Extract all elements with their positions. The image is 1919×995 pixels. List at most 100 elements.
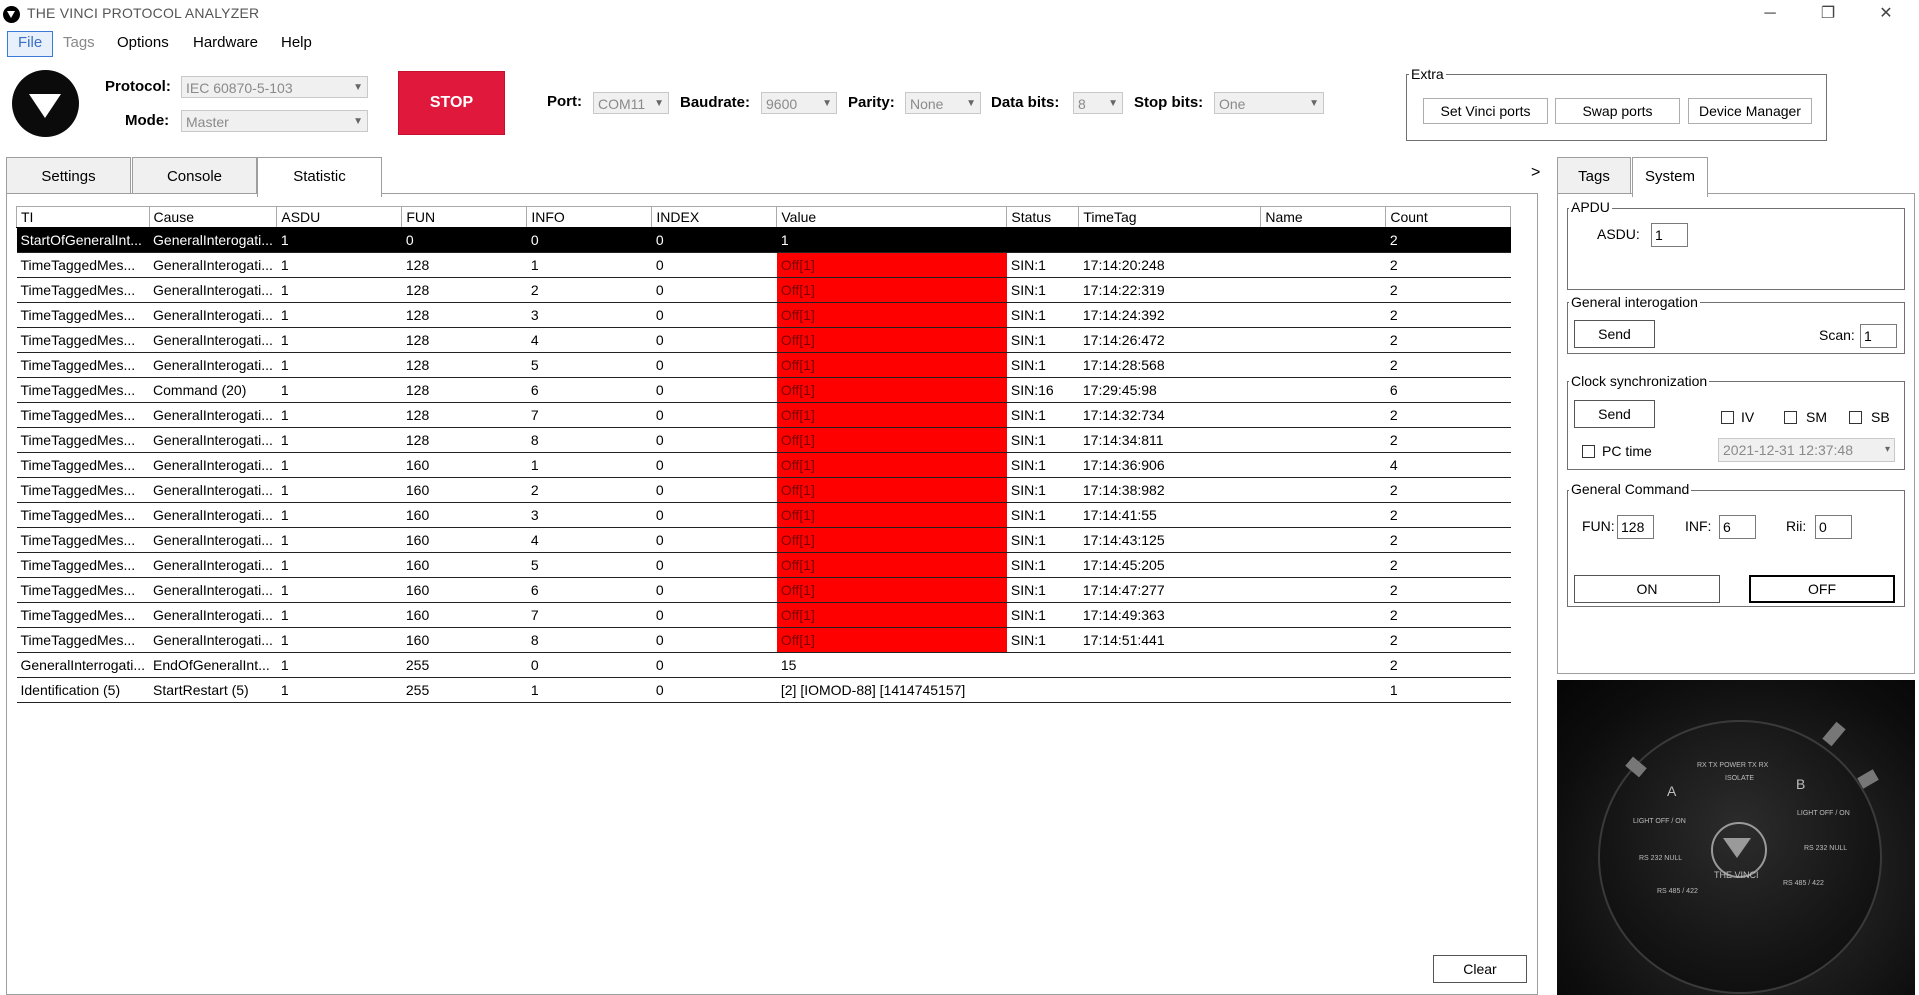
minimize-icon[interactable]: ─: [1741, 0, 1799, 28]
cell-cause: GeneralInterogati...: [149, 627, 277, 653]
close-icon[interactable]: ✕: [1857, 0, 1915, 28]
cell-ti: TimeTaggedMes...: [16, 552, 150, 578]
off-button[interactable]: OFF: [1749, 575, 1895, 603]
port-select[interactable]: COM11 ▼: [593, 92, 669, 114]
cell-fun: 160: [401, 577, 527, 603]
menu-options[interactable]: Options: [107, 31, 179, 55]
set-vinci-ports-button[interactable]: Set Vinci ports: [1423, 98, 1548, 124]
scan-input[interactable]: 1: [1860, 324, 1897, 348]
baudrate-select[interactable]: 9600 ▼: [761, 92, 837, 114]
col-asdu[interactable]: ASDU: [276, 206, 403, 228]
cell-fun: 160: [401, 477, 527, 503]
table-row[interactable]: TimeTaggedMes... GeneralInterogati... 1 160…: [16, 527, 1511, 553]
cell-ti: TimeTaggedMes...: [16, 527, 150, 553]
datetime-picker[interactable]: 2021-12-31 12:37:48 ▾: [1718, 438, 1895, 462]
tab-system[interactable]: System: [1632, 157, 1708, 197]
databits-select[interactable]: 8 ▼: [1073, 92, 1123, 114]
cell-index: 0: [651, 377, 777, 403]
protocol-value: IEC 60870-5-103: [186, 80, 293, 96]
device-manager-button[interactable]: Device Manager: [1688, 98, 1812, 124]
restore-icon[interactable]: ❐: [1799, 0, 1857, 28]
menu-tags[interactable]: Tags: [53, 31, 105, 55]
cell-name: [1260, 402, 1386, 428]
table-row[interactable]: TimeTaggedMes... Command (20) 1 128 6 0 Off[1]…: [16, 377, 1511, 403]
inf-input[interactable]: 6: [1719, 515, 1756, 539]
col-count[interactable]: Count: [1385, 206, 1512, 228]
chevron-down-icon: ▼: [1309, 98, 1319, 109]
col-cause[interactable]: Cause: [148, 206, 278, 228]
stopbits-select[interactable]: One ▼: [1214, 92, 1324, 114]
cell-count: 2: [1385, 352, 1511, 378]
rii-input[interactable]: 0: [1815, 515, 1852, 539]
device-leds-label: RX TX POWER TX RX: [1697, 762, 1769, 769]
table-row[interactable]: StartOfGeneralInt... GeneralInterogati...…: [16, 227, 1511, 253]
swap-ports-button[interactable]: Swap ports: [1555, 98, 1680, 124]
iv-checkbox[interactable]: [1721, 411, 1734, 424]
table-row[interactable]: GeneralInterrogati... EndOfGeneralInt... 1…: [16, 652, 1511, 678]
clear-button[interactable]: Clear: [1433, 955, 1527, 983]
tab-settings[interactable]: Settings: [6, 157, 131, 195]
collapse-arrow-icon[interactable]: >: [1531, 164, 1540, 182]
table-row[interactable]: TimeTaggedMes... GeneralInterogati... 1 128…: [16, 427, 1511, 453]
on-button[interactable]: ON: [1574, 575, 1720, 603]
apdu-legend: APDU: [1569, 199, 1612, 215]
cell-value: [2] [IOMOD-88] [1414745157]: [776, 677, 1007, 703]
col-timetag[interactable]: TimeTag: [1078, 206, 1262, 228]
col-index[interactable]: INDEX: [651, 206, 778, 228]
table-row[interactable]: TimeTaggedMes... GeneralInterogati... 1 128…: [16, 302, 1511, 328]
clock-send-button[interactable]: Send: [1574, 400, 1655, 428]
col-fun[interactable]: FUN: [401, 206, 528, 228]
cell-fun: 255: [401, 652, 527, 678]
table-row[interactable]: TimeTaggedMes... GeneralInterogati... 1 160…: [16, 452, 1511, 478]
mode-select[interactable]: Master ▼: [181, 110, 368, 132]
cell-name: [1260, 652, 1386, 678]
table-row[interactable]: TimeTaggedMes... GeneralInterogati... 1 160…: [16, 627, 1511, 653]
col-status[interactable]: Status: [1006, 206, 1080, 228]
fun-input[interactable]: 128: [1617, 515, 1654, 539]
app-logo-icon: [3, 6, 20, 23]
cell-asdu: 1: [276, 402, 402, 428]
table-row[interactable]: TimeTaggedMes... GeneralInterogati... 1 160…: [16, 502, 1511, 528]
cell-index: 0: [651, 402, 777, 428]
col-value[interactable]: Value: [776, 206, 1008, 228]
asdu-input[interactable]: 1: [1651, 223, 1688, 247]
cell-ti: TimeTaggedMes...: [16, 477, 150, 503]
sb-checkbox[interactable]: [1849, 411, 1862, 424]
table-row[interactable]: TimeTaggedMes... GeneralInterogati... 1 128…: [16, 277, 1511, 303]
table-row[interactable]: Identification (5) StartRestart (5) 1 255 1 0…: [16, 677, 1511, 703]
cell-name: [1260, 602, 1386, 628]
pc-time-checkbox[interactable]: [1582, 445, 1595, 458]
table-row[interactable]: TimeTaggedMes... GeneralInterogati... 1 160…: [16, 577, 1511, 603]
col-info[interactable]: INFO: [526, 206, 653, 228]
table-row[interactable]: TimeTaggedMes... GeneralInterogati... 1 128…: [16, 402, 1511, 428]
tab-console[interactable]: Console: [132, 157, 257, 195]
device-rs485-b: RS 485 / 422: [1783, 880, 1824, 887]
cell-index: 0: [651, 552, 777, 578]
cell-ti: TimeTaggedMes...: [16, 602, 150, 628]
table-row[interactable]: TimeTaggedMes... GeneralInterogati... 1 128…: [16, 252, 1511, 278]
col-ti[interactable]: TI: [16, 206, 150, 228]
stop-button[interactable]: STOP: [398, 71, 505, 135]
table-row[interactable]: TimeTaggedMes... GeneralInterogati... 1 128…: [16, 327, 1511, 353]
cell-timetag: 17:14:20:248: [1078, 252, 1261, 278]
menu-help[interactable]: Help: [271, 31, 322, 55]
cell-status: SIN:1: [1006, 577, 1079, 603]
menu-file[interactable]: File: [7, 31, 54, 57]
tab-tags[interactable]: Tags: [1557, 157, 1631, 195]
tab-statistic[interactable]: Statistic: [257, 157, 382, 197]
table-row[interactable]: TimeTaggedMes... GeneralInterogati... 1 128…: [16, 352, 1511, 378]
protocol-select[interactable]: IEC 60870-5-103 ▼: [181, 76, 368, 98]
cell-asdu: 1: [276, 677, 402, 703]
cell-status: SIN:1: [1006, 352, 1079, 378]
sm-checkbox[interactable]: [1784, 411, 1797, 424]
table-row[interactable]: TimeTaggedMes... GeneralInterogati... 1 160…: [16, 552, 1511, 578]
cell-index: 0: [651, 577, 777, 603]
parity-select[interactable]: None ▼: [905, 92, 981, 114]
gi-send-button[interactable]: Send: [1574, 320, 1655, 348]
table-row[interactable]: TimeTaggedMes... GeneralInterogati... 1 160…: [16, 602, 1511, 628]
table-row[interactable]: TimeTaggedMes... GeneralInterogati... 1 160…: [16, 477, 1511, 503]
cell-status: [1006, 227, 1079, 253]
col-name[interactable]: Name: [1260, 206, 1387, 228]
cell-count: 2: [1385, 502, 1511, 528]
menu-hardware[interactable]: Hardware: [183, 31, 268, 55]
